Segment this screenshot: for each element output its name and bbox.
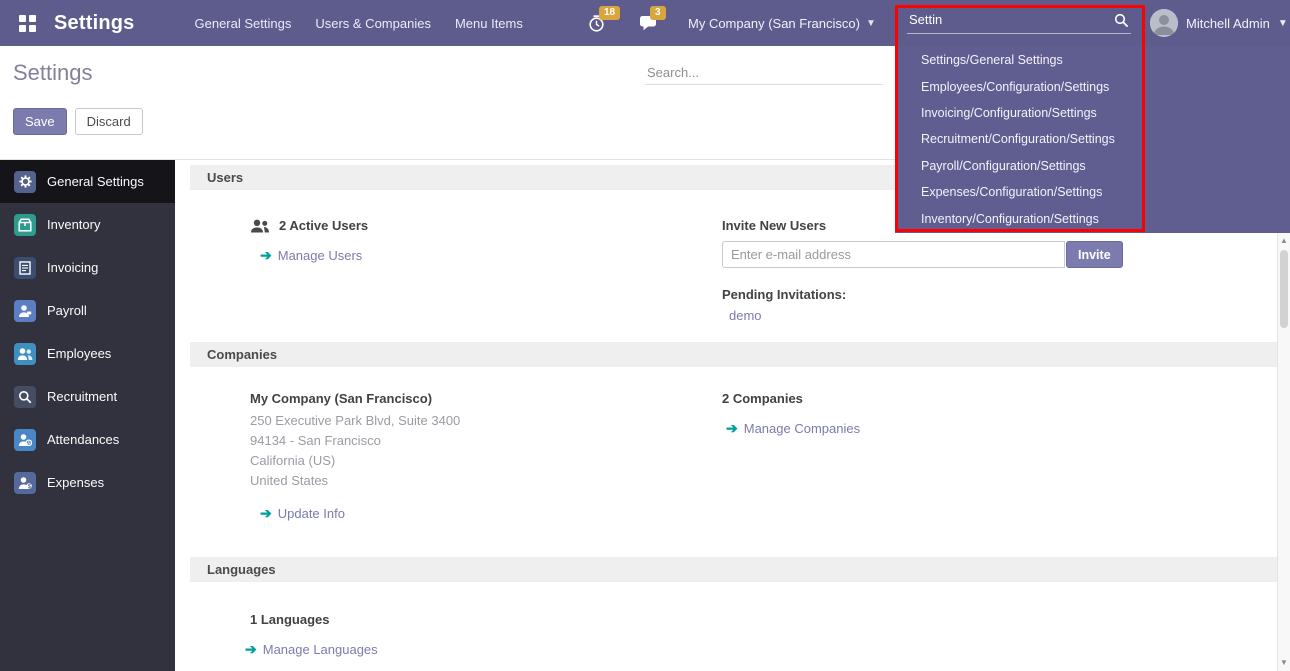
chevron-down-icon: ▼ <box>866 18 876 29</box>
arrow-right-icon: ➔ <box>245 641 257 658</box>
section-languages-body: 1 Languages ➔ Manage Languages <box>175 582 1277 671</box>
menu-search-input[interactable] <box>907 9 1131 34</box>
sidebar-item-employees[interactable]: Employees <box>0 332 175 375</box>
expenses-icon: $ <box>14 472 36 494</box>
box-icon <box>14 214 36 236</box>
update-info-link[interactable]: ➔ Update Info <box>260 505 722 522</box>
sidebar-item-payroll[interactable]: Payroll <box>0 289 175 332</box>
discard-button[interactable]: Discard <box>75 108 143 135</box>
menu-search-dropdown: Settings/General Settings Employees/Conf… <box>895 46 1290 233</box>
users-icon <box>250 219 270 233</box>
payroll-icon <box>14 300 36 322</box>
menu-general-settings[interactable]: General Settings <box>193 0 294 46</box>
invoice-icon <box>14 257 36 279</box>
arrow-right-icon: ➔ <box>260 505 272 522</box>
settings-content: Users 2 Active Users ➔ Manage Users <box>175 160 1277 671</box>
search-result[interactable]: Payroll/Configuration/Settings <box>895 153 1290 179</box>
languages-count: 1 Languages <box>250 612 329 627</box>
sidebar-item-general-settings[interactable]: General Settings <box>0 160 175 203</box>
chevron-down-icon: ▼ <box>1278 18 1288 29</box>
section-languages-header: Languages <box>190 557 1277 582</box>
activities-button[interactable]: 18 <box>588 15 605 32</box>
top-navbar: Settings General Settings Users & Compan… <box>0 0 1290 46</box>
search-result[interactable]: Employees/Configuration/Settings <box>895 73 1290 99</box>
company-address: 250 Executive Park Blvd, Suite 3400 9413… <box>250 411 722 491</box>
sidebar-item-invoicing[interactable]: Invoicing <box>0 246 175 289</box>
manage-users-link[interactable]: ➔ Manage Users <box>260 247 722 264</box>
menu-users-companies[interactable]: Users & Companies <box>313 0 433 46</box>
invite-new-users-label: Invite New Users <box>722 218 826 233</box>
message-count-badge: 3 <box>650 6 666 20</box>
vertical-scrollbar[interactable]: ▲ ▼ <box>1277 232 1290 671</box>
section-companies-header: Companies <box>190 342 1277 367</box>
odoo-settings-app: Settings General Settings Users & Compan… <box>0 0 1290 671</box>
companies-count: 2 Companies <box>722 391 803 406</box>
attendance-icon <box>14 429 36 451</box>
section-companies-body: My Company (San Francisco) 250 Executive… <box>175 367 1277 552</box>
scrollbar-thumb[interactable] <box>1280 250 1288 328</box>
search-result[interactable]: Recruitment/Configuration/Settings <box>895 126 1290 152</box>
svg-text:$: $ <box>28 483 31 489</box>
save-button[interactable]: Save <box>13 108 67 135</box>
menu-menu-items[interactable]: Menu Items <box>453 0 525 46</box>
menu-search <box>895 0 1145 46</box>
pending-user-demo-link[interactable]: demo <box>729 308 762 323</box>
search-result[interactable]: Invoicing/Configuration/Settings <box>895 100 1290 126</box>
scroll-down-arrow-icon[interactable]: ▼ <box>1278 658 1290 667</box>
invite-email-input[interactable] <box>722 241 1065 268</box>
messages-button[interactable]: 3 <box>639 15 657 31</box>
gear-icon <box>14 171 36 193</box>
scroll-up-arrow-icon[interactable]: ▲ <box>1278 236 1290 245</box>
record-search-input[interactable] <box>645 61 883 85</box>
search-result[interactable]: Settings/General Settings <box>895 47 1290 73</box>
app-title: Settings <box>54 12 135 35</box>
employees-icon <box>14 343 36 365</box>
arrow-right-icon: ➔ <box>726 420 738 437</box>
user-name: Mitchell Admin <box>1186 16 1270 31</box>
sidebar-item-expenses[interactable]: $ Expenses <box>0 461 175 504</box>
top-menu: General Settings Users & Companies Menu … <box>193 0 525 46</box>
manage-languages-link[interactable]: ➔ Manage Languages <box>245 641 722 658</box>
sidebar-item-recruitment[interactable]: Recruitment <box>0 375 175 418</box>
recruitment-magnifier-icon <box>14 386 36 408</box>
arrow-right-icon: ➔ <box>260 247 272 264</box>
activity-count-badge: 18 <box>599 6 620 20</box>
record-search <box>645 61 883 85</box>
apps-grid-icon <box>19 15 36 32</box>
search-icon <box>1114 13 1129 31</box>
active-users-count: 2 Active Users <box>279 218 368 233</box>
page-title: Settings <box>13 60 93 86</box>
apps-menu-button[interactable] <box>10 0 44 46</box>
pending-invitations-label: Pending Invitations: <box>722 287 1247 302</box>
company-name: My Company (San Francisco) <box>250 391 432 406</box>
user-avatar <box>1150 9 1178 37</box>
user-menu[interactable]: Mitchell Admin ▼ <box>1150 0 1288 46</box>
settings-sidebar: General Settings Inventory <box>0 160 175 671</box>
company-switcher[interactable]: My Company (San Francisco) ▼ <box>688 0 876 46</box>
manage-companies-link[interactable]: ➔ Manage Companies <box>726 420 1247 437</box>
search-result[interactable]: Inventory/Configuration/Settings <box>895 206 1290 232</box>
sidebar-item-attendances[interactable]: Attendances <box>0 418 175 461</box>
invite-button[interactable]: Invite <box>1066 241 1123 268</box>
sidebar-item-inventory[interactable]: Inventory <box>0 203 175 246</box>
search-result[interactable]: Expenses/Configuration/Settings <box>895 179 1290 205</box>
systray: 18 3 <box>588 0 691 46</box>
